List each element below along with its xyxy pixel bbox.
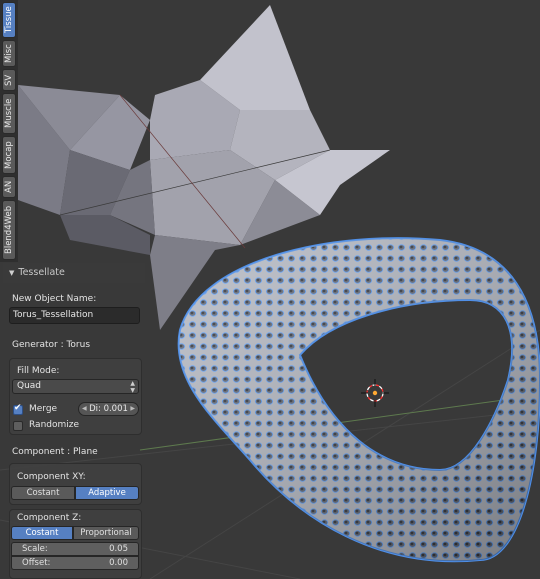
fill-mode-select[interactable]: Quad ▲ ▼ bbox=[12, 379, 139, 394]
increment-arrow-icon[interactable]: ▶ bbox=[130, 403, 135, 415]
generator-label: Generator : Torus bbox=[12, 340, 91, 350]
tab-an[interactable]: AN bbox=[2, 176, 16, 198]
scale-label: Scale: bbox=[22, 544, 48, 554]
tab-muscle[interactable]: Muscle bbox=[2, 93, 16, 134]
select-arrows-icon: ▲ ▼ bbox=[130, 380, 135, 394]
tessellate-panel: ▼ Tessellate New Object Name: Torus_Tesse… bbox=[3, 263, 145, 579]
fill-mode-label: Fill Mode: bbox=[17, 366, 60, 376]
merge-checkbox[interactable] bbox=[13, 403, 23, 415]
randomize-checkbox[interactable] bbox=[13, 421, 23, 431]
tool-tabs: Tissue Misc SV Muscle Mocap AN Blend4Web bbox=[0, 0, 18, 262]
tab-tissue[interactable]: Tissue bbox=[2, 2, 16, 38]
collapse-arrow-icon[interactable]: ▼ bbox=[9, 263, 14, 283]
offset-slider[interactable]: Offset: 0.00 bbox=[11, 556, 139, 570]
randomize-label: Randomize bbox=[29, 420, 80, 430]
new-object-name-field[interactable]: Torus_Tessellation bbox=[9, 307, 140, 324]
component-z-proportional-button[interactable]: Proportional bbox=[73, 526, 139, 540]
component-xy-label: Component XY: bbox=[17, 472, 86, 482]
panel-header[interactable]: ▼ Tessellate bbox=[3, 263, 145, 283]
offset-value: 0.00 bbox=[109, 558, 128, 568]
merge-label: Merge bbox=[29, 404, 58, 414]
merge-distance-field[interactable]: ◀ Di: 0.001 ▶ bbox=[78, 402, 139, 416]
tab-blend4web[interactable]: Blend4Web bbox=[2, 200, 16, 260]
offset-label: Offset: bbox=[22, 558, 51, 568]
new-object-name-label: New Object Name: bbox=[12, 294, 97, 304]
scale-value: 0.05 bbox=[109, 544, 128, 554]
tab-misc[interactable]: Misc bbox=[2, 40, 16, 67]
component-xy-adaptive-button[interactable]: Adaptive bbox=[75, 486, 139, 500]
torus-tessellation-mesh[interactable] bbox=[177, 237, 540, 563]
panel-title: Tessellate bbox=[18, 267, 65, 278]
decrement-arrow-icon[interactable]: ◀ bbox=[82, 403, 87, 415]
merge-distance-value: Di: 0.001 bbox=[89, 404, 128, 414]
object-origin bbox=[372, 390, 378, 396]
tab-mocap[interactable]: Mocap bbox=[2, 136, 16, 174]
component-label: Component : Plane bbox=[12, 447, 98, 457]
component-z-costant-button[interactable]: Costant bbox=[11, 526, 73, 540]
component-z-label: Component Z: bbox=[17, 513, 82, 523]
fill-mode-value: Quad bbox=[17, 381, 42, 391]
tab-sv[interactable]: SV bbox=[2, 69, 16, 91]
scale-slider[interactable]: Scale: 0.05 bbox=[11, 542, 139, 556]
component-xy-costant-button[interactable]: Costant bbox=[11, 486, 75, 500]
